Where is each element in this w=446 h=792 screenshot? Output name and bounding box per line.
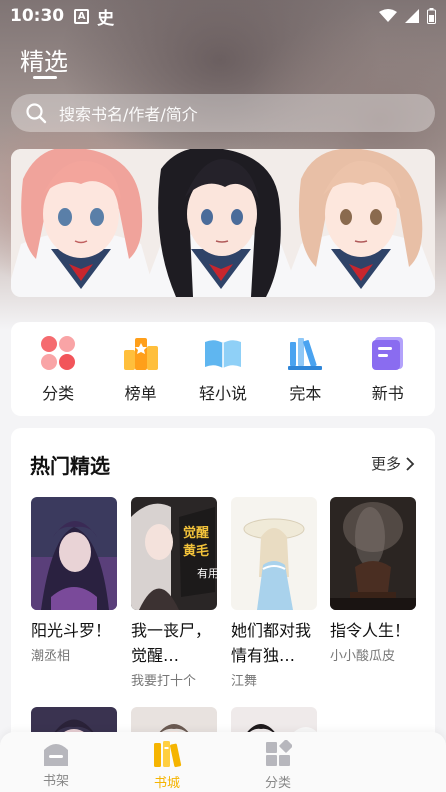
- more-link[interactable]: 更多: [371, 453, 415, 474]
- tab-label: 书城: [153, 776, 180, 791]
- book-author: 潮丞相: [31, 649, 71, 664]
- light-novel-icon: [204, 340, 241, 368]
- book-title: 阳光斗罗！: [31, 621, 112, 640]
- more-label: 更多: [370, 455, 401, 473]
- book-cover: [330, 497, 416, 610]
- quick-nav-label: 新书: [371, 384, 404, 403]
- quick-nav-label: 分类: [42, 384, 75, 403]
- quick-nav-light-novel[interactable]: 轻小说: [188, 334, 258, 404]
- tab-label: 书架: [42, 774, 69, 789]
- signal-icon: [405, 9, 419, 23]
- quick-nav-label: 轻小说: [198, 384, 247, 403]
- svg-text:有用: 有用: [197, 566, 217, 580]
- tab-category[interactable]: 分类: [248, 740, 308, 791]
- tab-bookstore[interactable]: 书城: [137, 740, 197, 791]
- category-grid-icon: [266, 740, 292, 766]
- chevron-right-icon: [406, 456, 415, 471]
- new-book-icon: [371, 337, 403, 370]
- svg-text:黄毛: 黄毛: [183, 543, 209, 559]
- page-title: 精选: [20, 48, 68, 76]
- book-title: 我一丧尸，觉醒…: [131, 621, 212, 665]
- book-author: 我要打十个: [131, 674, 197, 689]
- quick-nav: 分类 榜单 轻小说 完本 新书: [11, 322, 435, 416]
- quick-nav-new-book[interactable]: 新书: [353, 334, 423, 404]
- book-title: 指令人生！: [330, 621, 411, 640]
- book-cover: [231, 497, 317, 610]
- quick-nav-completed[interactable]: 完本: [270, 334, 340, 404]
- search-placeholder: 搜索书名/作者/简介: [59, 105, 198, 124]
- wifi-icon: [379, 9, 397, 22]
- search-input[interactable]: 搜索书名/作者/简介: [11, 94, 435, 132]
- ranking-icon: [123, 338, 158, 370]
- quick-nav-label: 完本: [289, 384, 322, 403]
- battery-icon: [427, 8, 436, 24]
- book-author: 小小酸瓜皮: [330, 649, 396, 664]
- bottom-tab-bar: 书架 书城 分类: [0, 732, 446, 792]
- category-icon: [41, 336, 76, 370]
- a-icon: A: [74, 8, 90, 24]
- section-title: 热门精选: [30, 454, 110, 478]
- bookshelf-icon: [44, 744, 68, 766]
- search-icon: [26, 103, 47, 124]
- svg-text:觉醒: 觉醒: [183, 525, 209, 541]
- bookstore-icon: [154, 741, 182, 768]
- book-cover: 觉醒 黄毛 有用: [131, 497, 217, 610]
- book-card[interactable]: 指令人生！ 小小酸瓜皮: [330, 497, 416, 664]
- book-author: 江舞: [231, 674, 258, 689]
- tab-bookshelf[interactable]: 书架: [26, 740, 86, 789]
- status-bar: 10:30 A 史: [0, 0, 446, 32]
- chinese-char-icon: 史: [97, 8, 115, 29]
- quick-nav-ranking[interactable]: 榜单: [106, 334, 176, 404]
- quick-nav-label: 榜单: [124, 384, 157, 403]
- banner-image[interactable]: [11, 149, 435, 297]
- title-underline: [33, 76, 57, 79]
- book-card[interactable]: 觉醒 黄毛 有用 我一丧尸，觉醒… 我要打十个: [131, 497, 217, 689]
- book-title: 她们都对我情有独…: [231, 621, 312, 665]
- quick-nav-category[interactable]: 分类: [23, 334, 93, 404]
- status-time: 10:30: [10, 6, 65, 26]
- completed-icon: [288, 338, 323, 370]
- tab-label: 分类: [264, 776, 291, 791]
- book-card[interactable]: 阳光斗罗！ 潮丞相: [31, 497, 117, 664]
- book-cover: [31, 497, 117, 610]
- book-card[interactable]: 她们都对我情有独… 江舞: [231, 497, 317, 689]
